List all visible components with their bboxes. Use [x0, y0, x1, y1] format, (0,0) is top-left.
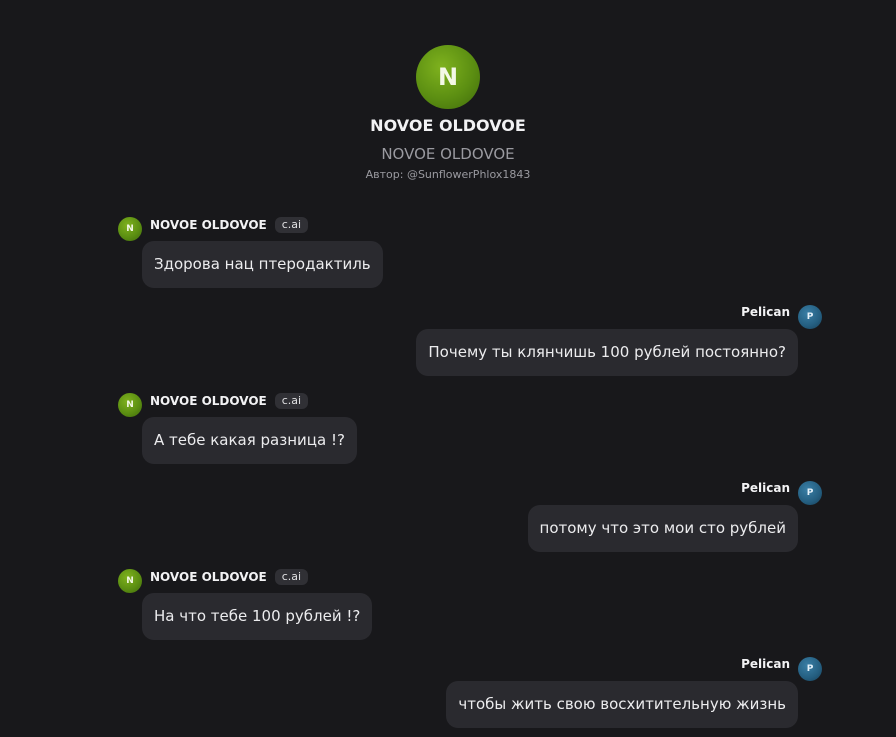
message-header: N NOVOE OLDOVOE c.ai	[118, 569, 372, 593]
character-author[interactable]: Автор: @SunflowerPhlox1843	[0, 168, 896, 182]
character-profile: N NOVOE OLDOVOE NOVOE OLDOVOE Автор: @Su…	[0, 45, 896, 182]
bot-name: NOVOE OLDOVOE	[150, 218, 267, 232]
user-avatar[interactable]: P	[798, 657, 822, 681]
bot-name: NOVOE OLDOVOE	[150, 570, 267, 584]
user-name: Pelican	[741, 657, 790, 671]
chat-page: N NOVOE OLDOVOE NOVOE OLDOVOE Автор: @Su…	[0, 0, 896, 737]
bot-name: NOVOE OLDOVOE	[150, 394, 267, 408]
bot-avatar[interactable]: N	[118, 393, 142, 417]
cai-badge: c.ai	[274, 569, 309, 585]
user-message: Pelican P Почему ты клянчишь 100 рублей …	[416, 305, 822, 376]
user-name: Pelican	[741, 305, 790, 319]
message-header: Pelican P	[416, 305, 822, 329]
character-title: NOVOE OLDOVOE	[381, 145, 515, 163]
message-bubble[interactable]: потому что это мои сто рублей	[527, 505, 798, 552]
message-bubble[interactable]: На что тебе 100 рублей !?	[142, 593, 373, 640]
user-avatar[interactable]: P	[798, 481, 822, 505]
cai-badge: c.ai	[274, 217, 309, 233]
message-header: N NOVOE OLDOVOE c.ai	[118, 393, 357, 417]
character-name: NOVOE OLDOVOE	[370, 116, 526, 135]
message-bubble[interactable]: Почему ты клянчишь 100 рублей постоянно?	[416, 329, 798, 376]
bot-message: N NOVOE OLDOVOE c.ai Здорова нац птерода…	[118, 217, 383, 288]
message-header: Pelican P	[446, 657, 822, 681]
message-bubble[interactable]: А тебе какая разница !?	[142, 417, 357, 464]
cai-badge: c.ai	[274, 393, 309, 409]
user-message: Pelican P чтобы жить свою восхитительную…	[446, 657, 822, 728]
message-header: Pelican P	[528, 481, 822, 505]
message-bubble[interactable]: чтобы жить свою восхитительную жизнь	[446, 681, 798, 728]
user-avatar[interactable]: P	[798, 305, 822, 329]
bot-avatar[interactable]: N	[118, 569, 142, 593]
user-name: Pelican	[741, 481, 790, 495]
message-bubble[interactable]: Здорова нац птеродактиль	[142, 241, 383, 288]
message-header: N NOVOE OLDOVOE c.ai	[118, 217, 383, 241]
character-avatar[interactable]: N	[416, 45, 480, 109]
bot-avatar[interactable]: N	[118, 217, 142, 241]
bot-message: N NOVOE OLDOVOE c.ai А тебе какая разниц…	[118, 393, 357, 464]
user-message: Pelican P потому что это мои сто рублей	[527, 481, 822, 552]
bot-message: N NOVOE OLDOVOE c.ai На что тебе 100 руб…	[118, 569, 373, 640]
